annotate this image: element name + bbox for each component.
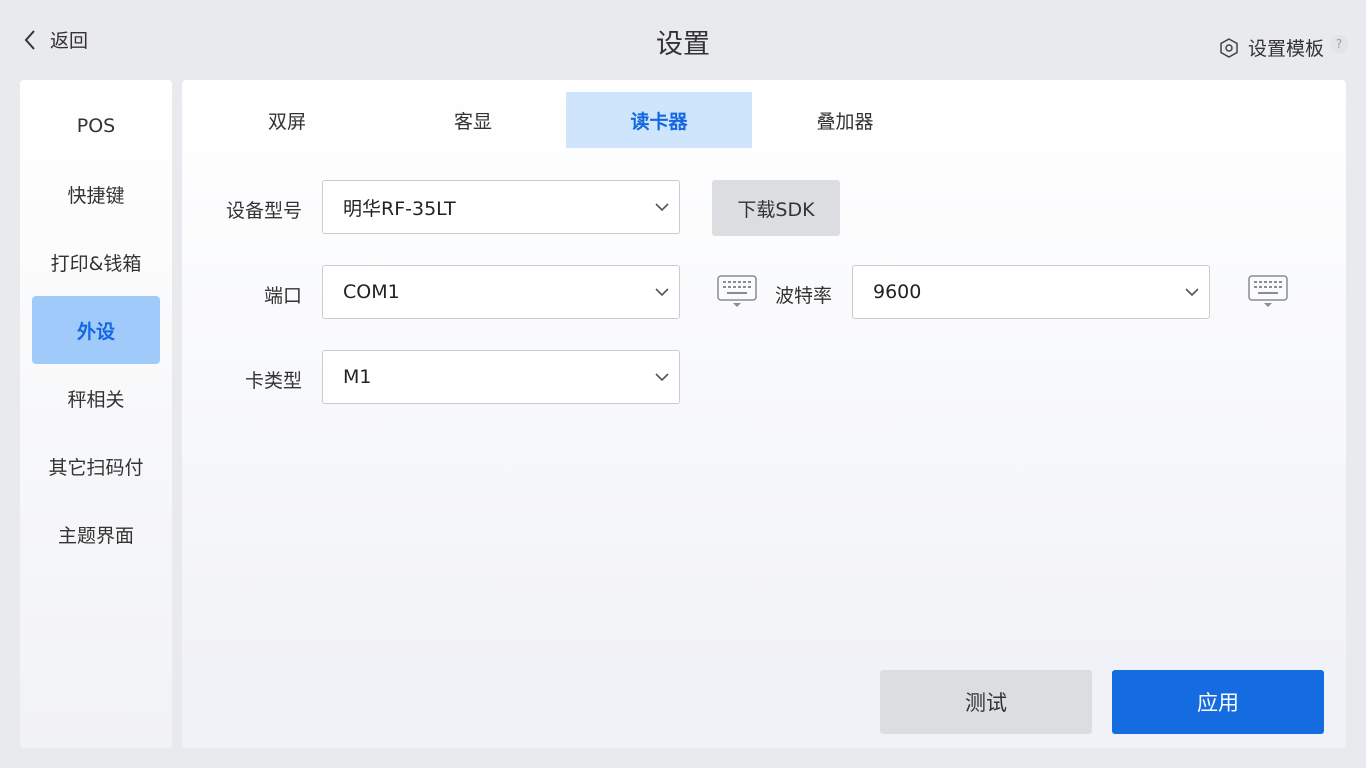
device-model-label: 设备型号: [225, 200, 302, 222]
baud-rate-value: 9600: [873, 281, 922, 303]
sidebar-item-theme[interactable]: 主题界面: [32, 500, 160, 568]
card-type-select[interactable]: M1: [322, 350, 680, 404]
tab-card-reader[interactable]: 读卡器: [566, 92, 752, 148]
sidebar-item-print-cashbox[interactable]: 打印&钱箱: [32, 228, 160, 296]
test-button[interactable]: 测试: [880, 670, 1092, 734]
port-label: 端口: [263, 285, 302, 307]
baud-rate-label: 波特率: [774, 285, 832, 307]
port-select[interactable]: COM1: [322, 265, 680, 319]
sidebar-item-peripherals[interactable]: 外设: [32, 296, 160, 364]
settings-template-label: 设置模板: [1247, 38, 1324, 60]
device-model-select[interactable]: 明华RF-35LT: [322, 180, 680, 234]
baud-rate-select[interactable]: 9600: [852, 265, 1210, 319]
keyboard-icon[interactable]: [1248, 275, 1288, 309]
main-panel: 双屏 客显 读卡器 叠加器 设备型号 明华RF-35LT 下载SDK 端口 CO…: [182, 80, 1346, 748]
sidebar-item-scale[interactable]: 秤相关: [32, 364, 160, 432]
tab-customer-display[interactable]: 客显: [380, 92, 566, 148]
footer-bar: 测试 应用: [182, 656, 1346, 748]
card-type-value: M1: [343, 366, 372, 388]
apply-button[interactable]: 应用: [1112, 670, 1324, 734]
chevron-down-icon: [655, 203, 669, 212]
tab-dual-screen[interactable]: 双屏: [194, 92, 380, 148]
chevron-down-icon: [655, 288, 669, 297]
help-icon[interactable]: ?: [1330, 34, 1348, 53]
chevron-down-icon: [1185, 288, 1199, 297]
page-title: 设置: [656, 29, 710, 60]
chevron-down-icon: [655, 373, 669, 382]
sidebar-item-shortcuts[interactable]: 快捷键: [32, 160, 160, 228]
sidebar-item-other-scan-pay[interactable]: 其它扫码付: [32, 432, 160, 500]
port-value: COM1: [343, 281, 400, 303]
settings-template-button[interactable]: 设置模板 ?: [1218, 34, 1348, 61]
sidebar: POS 快捷键 打印&钱箱 外设 秤相关 其它扫码付 主题界面: [20, 80, 172, 748]
sidebar-item-pos[interactable]: POS: [32, 92, 160, 160]
top-bar: 返回 设置 设置模板 ?: [0, 0, 1366, 80]
device-model-value: 明华RF-35LT: [343, 197, 456, 220]
hexagon-settings-icon: [1220, 37, 1238, 58]
download-sdk-button[interactable]: 下载SDK: [712, 180, 840, 236]
card-type-label: 卡类型: [244, 370, 302, 392]
tab-overlay[interactable]: 叠加器: [752, 92, 938, 148]
